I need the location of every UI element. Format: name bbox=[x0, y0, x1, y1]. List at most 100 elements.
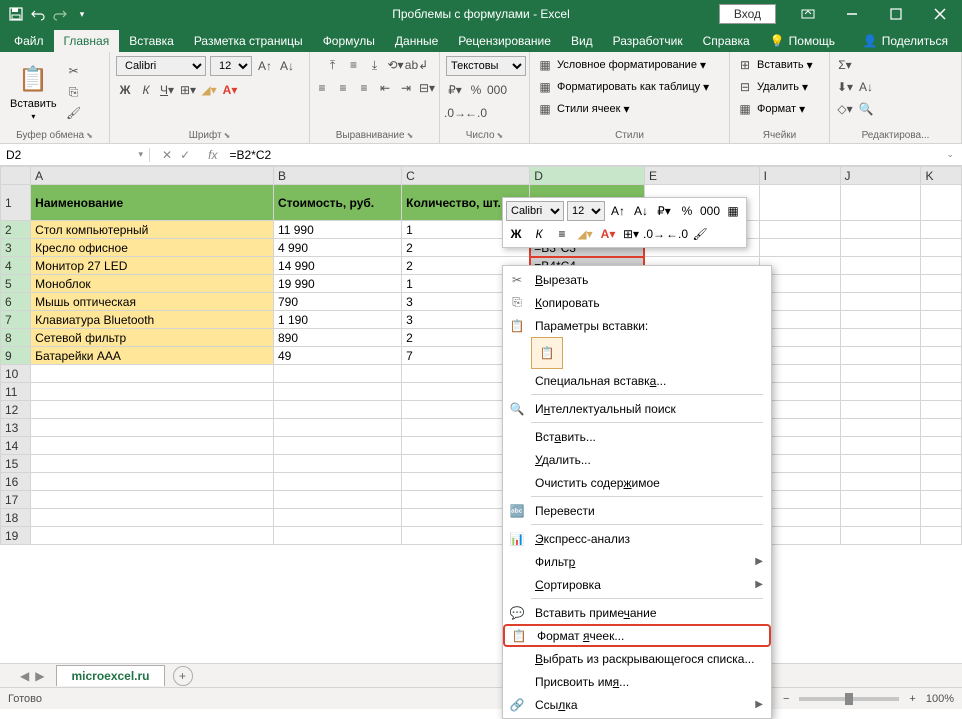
cell[interactable]: 790 bbox=[273, 293, 401, 311]
cell[interactable] bbox=[273, 383, 401, 401]
tab-developer[interactable]: Разработчик bbox=[603, 30, 693, 52]
cell[interactable] bbox=[31, 455, 274, 473]
align-right-icon[interactable]: ≡ bbox=[355, 79, 373, 97]
zoom-out-icon[interactable]: − bbox=[783, 693, 789, 705]
accept-formula-icon[interactable]: ✓ bbox=[180, 148, 190, 162]
cell[interactable] bbox=[921, 275, 962, 293]
col-header[interactable]: B bbox=[273, 167, 401, 185]
cell[interactable] bbox=[273, 491, 401, 509]
ctx-insert[interactable]: Вставить... bbox=[503, 425, 771, 448]
cell[interactable] bbox=[921, 455, 962, 473]
mini-currency-icon[interactable]: ₽▾ bbox=[654, 201, 674, 221]
formula-input[interactable]: =B2*C2 bbox=[223, 148, 938, 162]
cut-icon[interactable]: ✂ bbox=[65, 62, 83, 80]
cell[interactable] bbox=[840, 473, 921, 491]
cell[interactable] bbox=[31, 437, 274, 455]
align-center-icon[interactable]: ≡ bbox=[334, 79, 352, 97]
name-box[interactable]: D2▾ bbox=[0, 148, 150, 162]
cell[interactable] bbox=[921, 401, 962, 419]
font-name-select[interactable]: Calibri bbox=[116, 56, 206, 76]
cell[interactable] bbox=[840, 347, 921, 365]
row-header[interactable]: 18 bbox=[1, 509, 31, 527]
ctx-pick-dropdown[interactable]: Выбрать из раскрывающегося списка... bbox=[503, 647, 771, 670]
mini-font-color-icon[interactable]: A▾ bbox=[598, 224, 618, 244]
tab-home[interactable]: Главная bbox=[54, 30, 120, 52]
zoom-in-icon[interactable]: + bbox=[909, 693, 915, 705]
select-all-corner[interactable] bbox=[1, 167, 31, 185]
insert-cells-button[interactable]: ⊞Вставить▾ bbox=[736, 56, 813, 74]
orientation-icon[interactable]: ⟲▾ bbox=[387, 56, 405, 74]
ctx-insert-comment[interactable]: 💬Вставить примечание bbox=[503, 601, 771, 624]
mini-border-icon[interactable]: ⊞▾ bbox=[621, 224, 641, 244]
ctx-sort[interactable]: Сортировка▶ bbox=[503, 573, 771, 596]
row-header[interactable]: 7 bbox=[1, 311, 31, 329]
col-header[interactable]: E bbox=[644, 167, 759, 185]
col-header[interactable]: I bbox=[759, 167, 840, 185]
ctx-format-cells[interactable]: 📋Формат ячеек... bbox=[503, 624, 771, 647]
ctx-filter[interactable]: Фильтр▶ bbox=[503, 550, 771, 573]
fill-icon[interactable]: ⬇▾ bbox=[836, 78, 854, 96]
cell[interactable] bbox=[840, 239, 921, 257]
cell[interactable]: Клавиатура Bluetooth bbox=[31, 311, 274, 329]
expand-formula-icon[interactable]: ⌄ bbox=[938, 149, 962, 160]
ctx-translate[interactable]: 🔤Перевести bbox=[503, 499, 771, 522]
cell[interactable] bbox=[921, 347, 962, 365]
row-header[interactable]: 3 bbox=[1, 239, 31, 257]
cell[interactable] bbox=[840, 491, 921, 509]
cell[interactable] bbox=[921, 185, 962, 221]
qat-dropdown-icon[interactable]: ▾ bbox=[74, 6, 90, 22]
row-header[interactable]: 4 bbox=[1, 257, 31, 275]
cell[interactable] bbox=[273, 401, 401, 419]
redo-icon[interactable] bbox=[52, 6, 68, 22]
font-color-icon[interactable]: A▾ bbox=[221, 81, 239, 99]
ctx-delete[interactable]: Удалить... bbox=[503, 448, 771, 471]
mini-painter-icon[interactable]: 🖌 bbox=[690, 224, 710, 244]
italic-icon[interactable]: К bbox=[137, 81, 155, 99]
cell[interactable] bbox=[921, 365, 962, 383]
cell[interactable] bbox=[840, 509, 921, 527]
row-header[interactable]: 9 bbox=[1, 347, 31, 365]
cell[interactable] bbox=[840, 329, 921, 347]
cell[interactable]: Моноблок bbox=[31, 275, 274, 293]
tab-review[interactable]: Рецензирование bbox=[448, 30, 561, 52]
cell[interactable]: Мышь оптическая bbox=[31, 293, 274, 311]
mini-fill-icon[interactable]: ◢▾ bbox=[575, 224, 595, 244]
align-middle-icon[interactable]: ≡ bbox=[345, 56, 363, 74]
cell[interactable] bbox=[921, 293, 962, 311]
border-icon[interactable]: ⊞▾ bbox=[179, 81, 197, 99]
cancel-formula-icon[interactable]: ✕ bbox=[162, 148, 172, 162]
ctx-quick-analysis[interactable]: 📊Экспресс-анализ bbox=[503, 527, 771, 550]
align-left-icon[interactable]: ≡ bbox=[313, 79, 331, 97]
row-header[interactable]: 8 bbox=[1, 329, 31, 347]
mini-size-select[interactable]: 12 bbox=[567, 201, 605, 221]
align-top-icon[interactable]: ⤒ bbox=[324, 56, 342, 74]
cell[interactable] bbox=[840, 275, 921, 293]
wrap-text-icon[interactable]: ab↲ bbox=[408, 56, 426, 74]
fill-color-icon[interactable]: ◢▾ bbox=[200, 81, 218, 99]
cell[interactable] bbox=[31, 383, 274, 401]
percent-icon[interactable]: % bbox=[467, 81, 485, 99]
cell[interactable] bbox=[273, 527, 401, 545]
col-header[interactable]: D bbox=[530, 167, 645, 185]
row-header[interactable]: 13 bbox=[1, 419, 31, 437]
tab-view[interactable]: Вид bbox=[561, 30, 603, 52]
cell[interactable] bbox=[31, 365, 274, 383]
cell[interactable] bbox=[273, 437, 401, 455]
col-header[interactable]: C bbox=[402, 167, 530, 185]
cell[interactable]: Стоимость, руб. bbox=[273, 185, 401, 221]
cell[interactable] bbox=[921, 383, 962, 401]
row-header[interactable]: 17 bbox=[1, 491, 31, 509]
col-header[interactable]: J bbox=[840, 167, 921, 185]
cell[interactable] bbox=[921, 257, 962, 275]
cell[interactable]: 4 990 bbox=[273, 239, 401, 257]
indent-dec-icon[interactable]: ⇤ bbox=[376, 79, 394, 97]
row-header[interactable]: 5 bbox=[1, 275, 31, 293]
paste-button[interactable]: 📋 Вставить ▾ bbox=[6, 62, 61, 123]
cell[interactable] bbox=[840, 221, 921, 239]
undo-icon[interactable] bbox=[30, 6, 46, 22]
align-bottom-icon[interactable]: ⤓ bbox=[366, 56, 384, 74]
mini-percent-icon[interactable]: % bbox=[677, 201, 697, 221]
login-button[interactable]: Вход bbox=[719, 4, 776, 24]
format-cells-button[interactable]: ▦Формат▾ bbox=[736, 100, 805, 118]
cell[interactable]: Наименование bbox=[31, 185, 274, 221]
